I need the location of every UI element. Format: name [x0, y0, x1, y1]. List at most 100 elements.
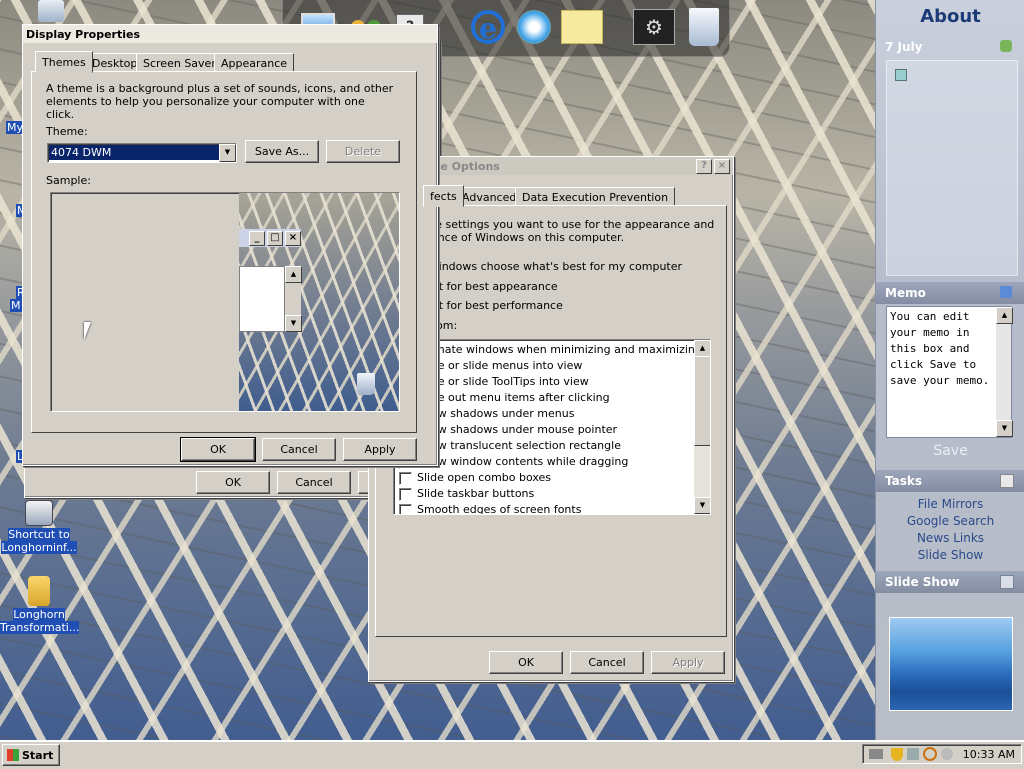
shortcut-longhorninfo-label: Shortcut to Longhorninf...	[1, 528, 77, 554]
internet-explorer-icon[interactable]: e	[467, 6, 509, 48]
longhorn-transformation-label: Longhorn Transformati...	[0, 608, 80, 634]
effect-option-label: how shadows under menus	[424, 407, 575, 420]
close-title-button[interactable]: ×	[714, 158, 730, 174]
mouse-pointer-icon	[84, 322, 91, 340]
settings-icon[interactable]: ⚙	[633, 6, 675, 48]
radio-let-windows-choose[interactable]: Windows choose what's best for my comput…	[428, 260, 682, 273]
sidebar-clock-icon[interactable]	[1000, 40, 1012, 52]
effect-option-row[interactable]: Slide taskbar buttons	[394, 486, 692, 502]
background-cancel-button[interactable]: Cancel	[277, 471, 351, 494]
effect-option-row[interactable]: ade or slide menus into view	[394, 358, 692, 374]
keyboard-icon[interactable]	[868, 749, 883, 759]
help-title-button[interactable]: ?	[696, 158, 712, 174]
effect-option-checkbox[interactable]	[399, 504, 412, 514]
memo-icon[interactable]	[1000, 286, 1012, 298]
clock[interactable]: 10:33 AM	[963, 748, 1015, 761]
windows-logo-icon	[7, 749, 19, 761]
effect-option-label: nimate windows when minimizing and maxim…	[424, 343, 702, 356]
tab-visual-effects[interactable]: fects	[423, 185, 464, 207]
effect-option-row[interactable]: Smooth edges of screen fonts	[394, 502, 692, 515]
effects-list[interactable]: nimate windows when minimizing and maxim…	[393, 339, 711, 515]
effect-option-label: ade out menu items after clicking	[424, 391, 610, 404]
effect-option-row[interactable]: how shadows under menus	[394, 406, 692, 422]
save-as-button[interactable]: Save As...	[245, 140, 319, 163]
slide-show-icon[interactable]	[1000, 575, 1014, 589]
display-properties-titlebar[interactable]: Display Properties	[23, 25, 437, 43]
scroll-down-button[interactable]: ▼	[694, 497, 710, 514]
memo-scrollbar[interactable]: ▲ ▼	[996, 307, 1013, 437]
performance-apply-button[interactable]: Apply	[651, 651, 725, 674]
tab-appearance[interactable]: Appearance	[214, 53, 295, 73]
task-file-mirrors[interactable]: File Mirrors	[876, 497, 1024, 511]
recycle-bin-icon[interactable]	[683, 6, 725, 48]
security-shield-icon[interactable]	[890, 747, 903, 761]
effects-list-scrollbar[interactable]: ▲ ▼	[694, 340, 710, 514]
memo-save-button[interactable]: Save	[876, 443, 1024, 459]
effect-option-label: ade or slide ToolTips into view	[424, 375, 589, 388]
display-cancel-button[interactable]: Cancel	[262, 438, 336, 461]
scroll-up-button[interactable]: ▲	[694, 340, 710, 357]
display-apply-button[interactable]: Apply	[343, 438, 417, 461]
performance-ok-button[interactable]: OK	[489, 651, 563, 674]
radio-best-appearance[interactable]: ust for best appearance	[426, 280, 558, 293]
effect-option-row[interactable]: ade out menu items after clicking	[394, 390, 692, 406]
notes-icon[interactable]	[561, 6, 603, 48]
theme-dropdown[interactable]: 4074 DWM ▼	[47, 143, 237, 163]
radio-best-performance[interactable]: ust for best performance	[426, 299, 563, 312]
longhorn-transformation-folder[interactable]: Longhorn Transformati...	[0, 576, 80, 634]
theme-label: Theme:	[46, 125, 88, 138]
sample-scroll-up-icon: ▲	[285, 266, 302, 283]
shortcut-longhorninfo[interactable]: Shortcut to Longhorninf...	[0, 500, 78, 554]
sample-close-icon: ×	[285, 230, 301, 246]
effect-option-row[interactable]: nimate windows when minimizing and maxim…	[394, 342, 702, 358]
memo-textarea[interactable]: You can edit your memo in this box and c…	[886, 306, 1012, 438]
tasks-icon[interactable]	[1000, 474, 1014, 488]
task-google-search[interactable]: Google Search	[876, 514, 1024, 528]
tab-screen-saver[interactable]: Screen Saver	[136, 53, 223, 73]
sample-label: Sample:	[46, 174, 91, 187]
slide-show-image[interactable]	[889, 617, 1013, 711]
theme-dropdown-value: 4074 DWM	[49, 145, 221, 160]
desktop-icon-label-re[interactable]: M	[10, 299, 22, 312]
network-icon[interactable]	[906, 748, 919, 760]
tab-advanced[interactable]: Advanced	[455, 187, 524, 207]
tab-themes[interactable]: Themes	[35, 51, 93, 73]
sidebar-date: 7 July	[885, 40, 923, 54]
volume-icon[interactable]	[940, 748, 953, 760]
theme-sample-preview: _ □ × ▲ ▼	[50, 192, 400, 412]
task-news-links[interactable]: News Links	[876, 531, 1024, 545]
effect-option-label: ade or slide menus into view	[424, 359, 583, 372]
recycle-bin-desktop-icon[interactable]	[12, 0, 90, 24]
memo-scroll-down-icon[interactable]: ▼	[996, 420, 1013, 437]
effect-option-label: Slide taskbar buttons	[417, 487, 535, 500]
memo-scroll-up-icon[interactable]: ▲	[996, 307, 1013, 324]
effect-option-checkbox[interactable]	[399, 488, 412, 501]
start-button[interactable]: Start	[2, 744, 60, 766]
effect-option-checkbox[interactable]	[399, 472, 412, 485]
sidebar-about[interactable]: About	[876, 6, 1024, 27]
effect-option-row[interactable]: how window contents while dragging	[394, 454, 692, 470]
effect-option-label: Smooth edges of screen fonts	[417, 503, 582, 515]
task-slide-show[interactable]: Slide Show	[876, 548, 1024, 562]
effect-option-row[interactable]: Slide open combo boxes	[394, 470, 692, 486]
background-ok-button[interactable]: OK	[196, 471, 270, 494]
effect-option-row[interactable]: how translucent selection rectangle	[394, 438, 692, 454]
search-icon[interactable]	[922, 747, 937, 761]
performance-cancel-button[interactable]: Cancel	[570, 651, 644, 674]
effect-option-row[interactable]: how shadows under mouse pointer	[394, 422, 692, 438]
shortcut-longhorninfo-icon	[25, 500, 53, 526]
themes-panel: A theme is a background plus a set of so…	[31, 71, 417, 433]
sidebar: About 7 July Memo You can edit your memo…	[875, 0, 1024, 740]
sample-maximize-icon: □	[267, 230, 283, 246]
chevron-down-icon[interactable]: ▼	[219, 144, 236, 162]
display-properties-title: Display Properties	[26, 27, 141, 41]
display-ok-button[interactable]: OK	[180, 437, 256, 462]
folder-icon	[28, 576, 50, 606]
visual-effects-intro-line1: the settings you want to use for the app…	[424, 218, 715, 231]
delete-button[interactable]: Delete	[326, 140, 400, 163]
scroll-thumb[interactable]	[694, 356, 710, 446]
sample-minimize-icon: _	[249, 230, 265, 246]
effect-option-row[interactable]: ade or slide ToolTips into view	[394, 374, 692, 390]
media-player-icon[interactable]	[513, 6, 555, 48]
tab-data-execution-prevention[interactable]: Data Execution Prevention	[515, 187, 676, 207]
